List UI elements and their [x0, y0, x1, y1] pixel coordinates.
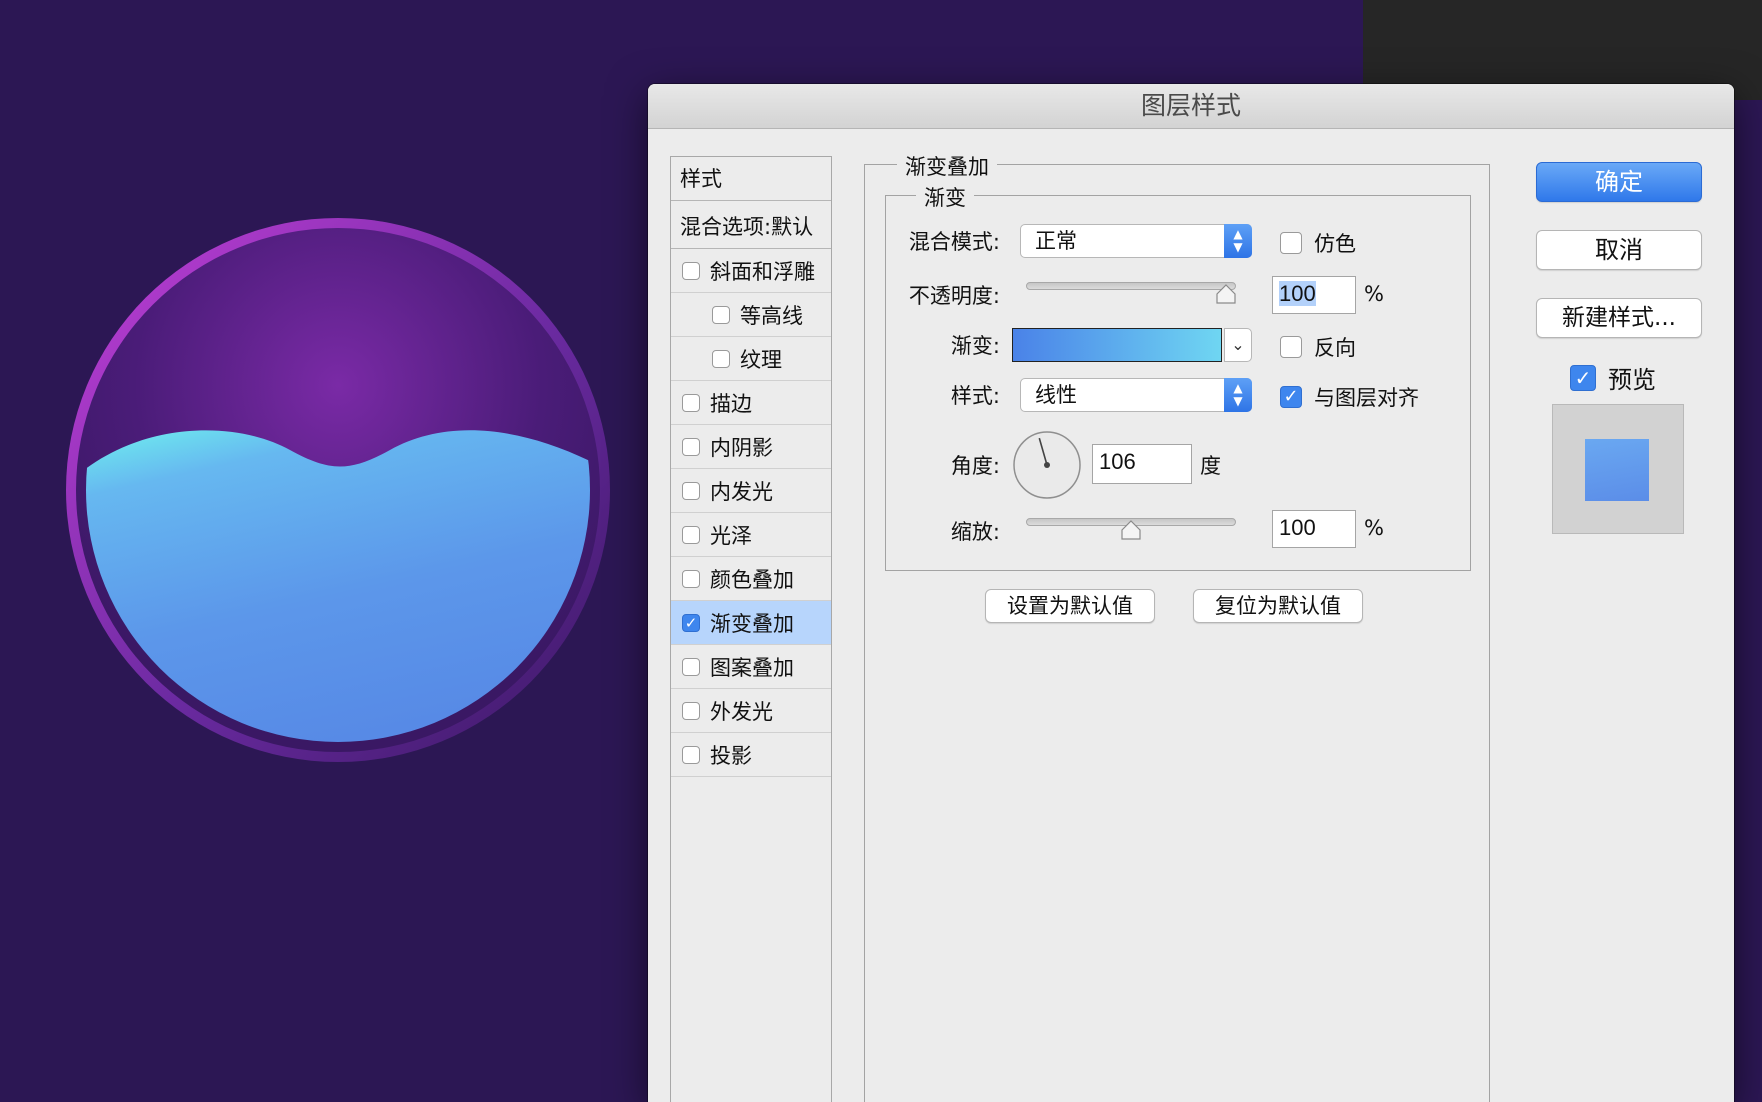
scale-input[interactable]: 100	[1272, 510, 1356, 548]
style-item-checkbox[interactable]	[682, 481, 700, 500]
gradient-swatch[interactable]	[1012, 328, 1222, 362]
style-list-item[interactable]: 纹理	[671, 337, 831, 381]
preview-swatch	[1585, 439, 1649, 501]
style-item-label: 投影	[710, 743, 752, 768]
water-wave	[86, 430, 590, 742]
style-list-item[interactable]: 内阴影	[671, 425, 831, 469]
opacity-label: 不透明度:	[908, 284, 1000, 308]
style-list-item[interactable]: ✓ 渐变叠加	[671, 601, 831, 645]
chevron-down-icon[interactable]: ⌄	[1224, 328, 1252, 362]
style-list-items: 斜面和浮雕等高线纹理描边内阴影内发光光泽颜色叠加 ✓ 渐变叠加图案叠加外发光投影	[671, 249, 831, 777]
align-label: 与图层对齐	[1314, 386, 1419, 410]
angle-input[interactable]: 106	[1092, 444, 1192, 484]
style-item-checkbox[interactable]	[682, 261, 700, 280]
angle-dial[interactable]	[1012, 430, 1082, 500]
style-item-label: 图案叠加	[710, 655, 794, 680]
style-item-checkbox[interactable]	[682, 525, 700, 544]
style-item-checkbox[interactable]	[712, 349, 730, 368]
style-list-item[interactable]: 斜面和浮雕	[671, 249, 831, 293]
gradient-label: 渐变:	[950, 334, 1000, 358]
opacity-slider-track[interactable]	[1026, 282, 1236, 290]
style-list-item[interactable]: 等高线	[671, 293, 831, 337]
style-value: 线性	[1035, 383, 1077, 407]
style-item-checkbox[interactable]	[682, 745, 700, 764]
dither-label: 仿色	[1314, 232, 1356, 256]
style-list-header[interactable]: 样式	[671, 157, 831, 201]
style-list-item[interactable]: 投影	[671, 733, 831, 777]
section-title: 渐变叠加	[897, 151, 997, 181]
style-label: 样式:	[950, 384, 1000, 408]
align-checkbox-box[interactable]: ✓	[1280, 386, 1302, 408]
opacity-unit: %	[1364, 282, 1384, 306]
reverse-checkbox-box[interactable]	[1280, 336, 1302, 358]
preview-checkbox-box[interactable]: ✓	[1570, 364, 1596, 391]
gradient-group: 渐变 混合模式: 正常 ▲ ▼ 仿色 不透明度: 100 % 渐变: ⌄ 反向 …	[885, 182, 1471, 571]
reverse-checkbox[interactable]: 反向	[1280, 332, 1356, 362]
blend-mode-select[interactable]: 正常 ▲ ▼	[1020, 224, 1252, 258]
style-item-label: 描边	[710, 391, 752, 416]
opacity-value: 100	[1279, 281, 1316, 306]
style-item-checkbox[interactable]: ✓	[682, 613, 700, 632]
new-style-button[interactable]: 新建样式...	[1536, 298, 1702, 338]
style-item-checkbox[interactable]	[682, 569, 700, 588]
style-item-checkbox[interactable]	[682, 437, 700, 456]
blend-mode-label: 混合模式:	[908, 230, 1000, 254]
artwork-water-icon	[66, 218, 610, 762]
style-item-label: 内发光	[710, 479, 773, 504]
scale-unit: %	[1364, 516, 1384, 540]
blend-options-item[interactable]: 混合选项:默认	[671, 205, 831, 249]
dialog-title: 图层样式	[648, 84, 1734, 129]
reset-default-button[interactable]: 复位为默认值	[1193, 589, 1363, 623]
angle-label: 角度:	[950, 454, 1000, 478]
preview-checkbox[interactable]: ✓ 预览	[1570, 360, 1656, 395]
style-item-checkbox[interactable]	[682, 701, 700, 720]
blend-mode-value: 正常	[1035, 229, 1077, 253]
style-item-checkbox[interactable]	[712, 305, 730, 324]
align-with-layer-checkbox[interactable]: ✓ 与图层对齐	[1280, 382, 1419, 412]
style-item-label: 斜面和浮雕	[710, 259, 815, 284]
dither-checkbox-box[interactable]	[1280, 232, 1302, 254]
ok-button[interactable]: 确定	[1536, 162, 1702, 202]
opacity-slider-thumb[interactable]	[1216, 284, 1236, 304]
dither-checkbox[interactable]: 仿色	[1280, 228, 1356, 258]
style-list-item[interactable]: 外发光	[671, 689, 831, 733]
style-list-item[interactable]: 描边	[671, 381, 831, 425]
style-item-label: 外发光	[710, 699, 773, 724]
up-down-arrows-icon: ▲ ▼	[1224, 378, 1252, 412]
scale-slider-thumb[interactable]	[1121, 520, 1141, 540]
style-preview	[1552, 404, 1684, 534]
style-list-item[interactable]: 颜色叠加	[671, 557, 831, 601]
style-item-checkbox[interactable]	[682, 657, 700, 676]
reverse-label: 反向	[1314, 336, 1356, 360]
set-default-button[interactable]: 设置为默认值	[985, 589, 1155, 623]
scale-label: 缩放:	[950, 520, 1000, 544]
layer-style-dialog: 图层样式 样式 混合选项:默认 斜面和浮雕等高线纹理描边内阴影内发光光泽颜色叠加…	[648, 84, 1734, 1102]
gradient-overlay-panel: 渐变叠加 渐变 混合模式: 正常 ▲▼ 仿色 不透明度: 100 % 渐变:	[864, 151, 1490, 1102]
style-list-item[interactable]: 图案叠加	[671, 645, 831, 689]
preview-label: 预览	[1608, 366, 1656, 394]
style-item-label: 纹理	[740, 347, 782, 372]
style-item-label: 内阴影	[710, 435, 773, 460]
up-down-arrows-icon: ▲ ▼	[1224, 224, 1252, 258]
style-list: 样式 混合选项:默认 斜面和浮雕等高线纹理描边内阴影内发光光泽颜色叠加 ✓ 渐变叠加…	[670, 156, 832, 1102]
opacity-input[interactable]: 100	[1272, 276, 1356, 314]
style-item-label: 等高线	[740, 303, 803, 328]
style-list-item[interactable]: 光泽	[671, 513, 831, 557]
style-select[interactable]: 线性 ▲ ▼	[1020, 378, 1252, 412]
style-item-checkbox[interactable]	[682, 393, 700, 412]
style-list-item[interactable]: 内发光	[671, 469, 831, 513]
style-item-label: 颜色叠加	[710, 567, 794, 592]
style-item-label: 渐变叠加	[710, 611, 794, 636]
cancel-button[interactable]: 取消	[1536, 230, 1702, 270]
style-item-label: 光泽	[710, 523, 752, 548]
angle-unit: 度	[1200, 454, 1221, 478]
group-title: 渐变	[916, 182, 974, 212]
